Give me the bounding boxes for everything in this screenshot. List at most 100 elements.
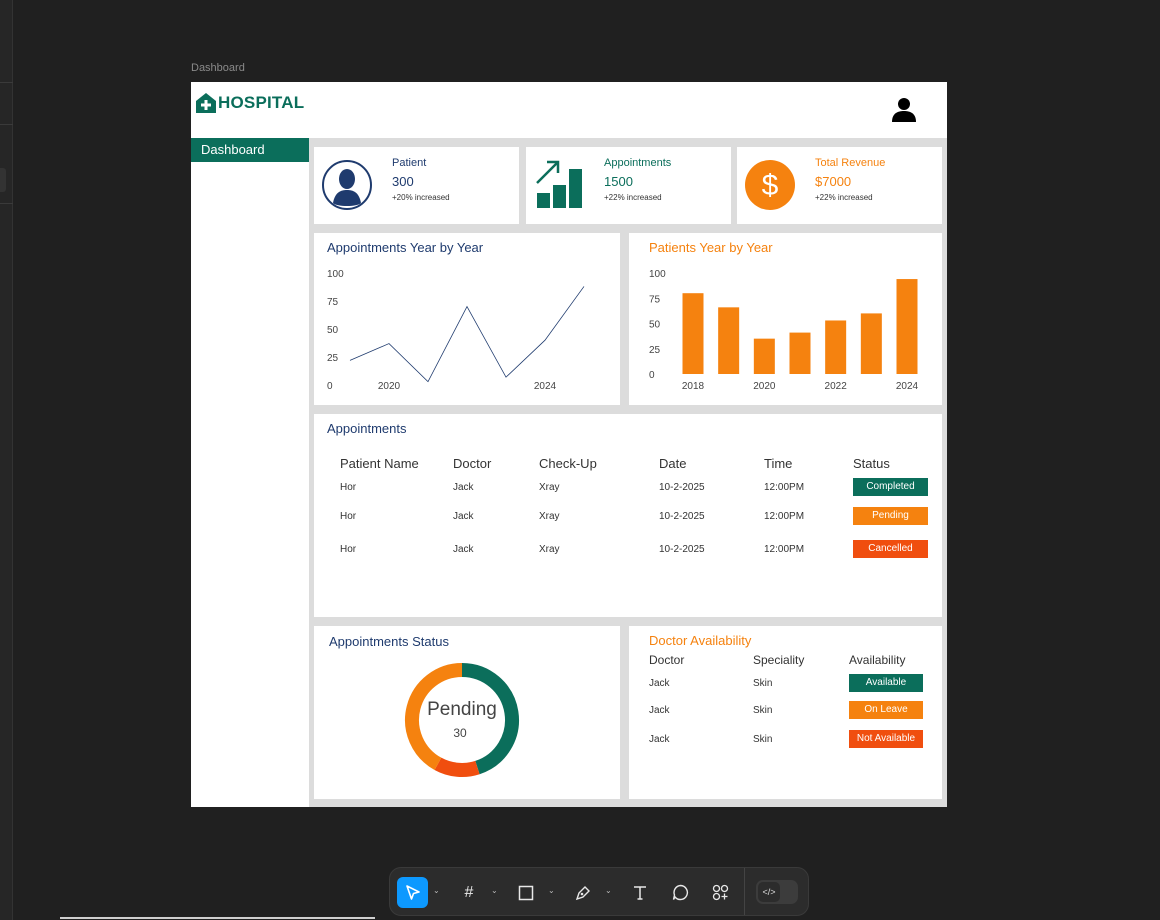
pen-icon [575,885,590,900]
chevron-down-icon[interactable]: ⌄ [605,886,612,895]
sidebar-item-dashboard[interactable]: Dashboard [191,138,309,162]
brand-name: HOSPITAL [218,93,305,112]
column-header[interactable]: Status [851,452,931,474]
table-header-row: Patient Name Doctor Check-Up Date Time S… [338,452,931,474]
column-header[interactable]: Availability [849,650,939,670]
x-tick-label: 2020 [753,381,776,392]
dollar-icon: $ [745,160,795,210]
time-cell: 12:00PM [764,510,805,522]
cursor-arrow-icon [405,884,420,900]
hash-frame-icon: # [464,883,474,901]
bar-2018 [682,293,704,374]
patient-cell: Hor [340,510,357,522]
doctor-availability-title: Doctor Availability [649,633,752,648]
speciality-cell: Skin [753,704,773,716]
appointments-table: Patient Name Doctor Check-Up Date Time S… [338,452,931,566]
y-tick-label: 75 [327,297,339,308]
doctor-cell: Jack [453,510,474,522]
column-header[interactable]: Patient Name [338,452,451,474]
date-cell: 10-2-2025 [659,510,705,522]
table-row[interactable]: Hor Jack Xray 10-2-2025 12:00PM Pending [338,500,931,532]
availability-badge[interactable]: Available [849,674,923,692]
comment-tool-button[interactable] [666,877,694,908]
doctor-table: Doctor Speciality Availability Jack Skin… [649,650,939,754]
text-t-icon [634,885,646,900]
frame-label[interactable]: Dashboard [191,62,245,74]
svg-text:$: $ [762,169,779,202]
stat-card-appointments[interactable]: Appointments 1500 +22% increased [526,147,731,224]
table-header-row: Doctor Speciality Availability [649,650,939,670]
series-line [349,286,585,383]
stat-label: Patient [392,157,427,169]
date-cell: 10-2-2025 [659,481,705,493]
y-tick-label: 100 [327,269,344,280]
x-tick-label: 2022 [825,381,848,392]
column-header[interactable]: Time [762,452,851,474]
x-tick-label: 2020 [378,381,401,392]
stat-value: 1500 [604,174,633,189]
table-row[interactable]: Jack Skin On Leave [649,696,939,724]
donut-slice [434,757,480,777]
stat-value: $7000 [815,174,852,189]
patient-cell: Hor [340,543,357,555]
dev-mode-toggle[interactable]: </> [756,880,798,904]
stat-card-patient[interactable]: Patient 300 +20% increased [314,147,519,224]
donut-center-value: 30 [453,726,467,740]
pen-tool-button[interactable] [569,877,597,908]
column-header[interactable]: Doctor [649,650,753,670]
speciality-cell: Skin [753,677,773,689]
actions-tool-button[interactable] [706,877,734,908]
text-tool-button[interactable] [626,877,654,908]
table-row[interactable]: Jack Skin Not Available [649,724,939,754]
bar-2024 [896,279,918,374]
chart-patients-year: Patients Year by Year 100 75 50 25 0 2018 2020… [629,233,942,405]
frame-tool-button[interactable]: # [455,877,483,908]
chevron-down-icon[interactable]: ⌄ [548,886,555,895]
y-tick-label: 0 [327,381,333,392]
chevron-down-icon[interactable]: ⌄ [491,886,498,895]
shape-tool-button[interactable] [512,877,540,908]
column-header[interactable]: Speciality [753,650,849,670]
y-tick-label: 25 [649,345,661,356]
checkup-cell: Xray [539,543,560,555]
x-tick-label: 2018 [682,381,705,392]
left-panel-edge [0,0,13,920]
column-header[interactable]: Date [657,452,762,474]
move-tool-button[interactable] [397,877,428,908]
table-row[interactable]: Hor Jack Xray 10-2-2025 12:00PM Cancelle… [338,532,931,566]
stat-label: Total Revenue [815,157,886,169]
stat-delta: +22% increased [815,193,873,202]
donut-chart: Pending 30 [405,663,519,777]
stat-card-revenue[interactable]: $ Total Revenue $7000 +22% increased [737,147,942,224]
stat-delta: +20% increased [392,193,450,202]
column-header[interactable]: Check-Up [537,452,657,474]
user-profile-icon[interactable] [891,96,917,122]
chart-appointments-year: Appointments Year by Year 100 75 50 25 0 2020… [314,233,620,405]
doctor-cell: Jack [453,543,474,555]
doctor-cell: Jack [453,481,474,493]
x-tick-label: 2024 [896,381,919,392]
stat-value: 300 [392,174,414,189]
doctor-availability-panel: Doctor Availability Doctor Speciality Av… [629,626,942,799]
availability-badge[interactable]: On Leave [849,701,923,719]
column-header[interactable]: Doctor [451,452,537,474]
growth-chart-icon [536,160,582,208]
y-tick-label: 75 [649,294,661,305]
table-row[interactable]: Hor Jack Xray 10-2-2025 12:00PM Complete… [338,474,931,500]
table-row[interactable]: Jack Skin Available [649,670,939,696]
appointments-status-panel: Appointments Status Pending 30 [314,626,620,799]
top-bar: HOSPITAL [191,82,947,138]
chevron-down-icon[interactable]: ⌄ [433,886,440,895]
y-tick-label: 50 [327,325,339,336]
stat-delta: +22% increased [604,193,662,202]
doctor-cell: Jack [649,677,670,689]
status-badge[interactable]: Completed [853,478,928,496]
availability-badge[interactable]: Not Available [849,730,923,748]
appointments-panel: Appointments Patient Name Doctor Check-U… [314,414,942,617]
status-badge[interactable]: Pending [853,507,928,525]
status-badge[interactable]: Cancelled [853,540,928,558]
sidebar: Dashboard [191,138,309,807]
time-cell: 12:00PM [764,543,805,555]
checkup-cell: Xray [539,510,560,522]
stat-label: Appointments [604,157,672,169]
